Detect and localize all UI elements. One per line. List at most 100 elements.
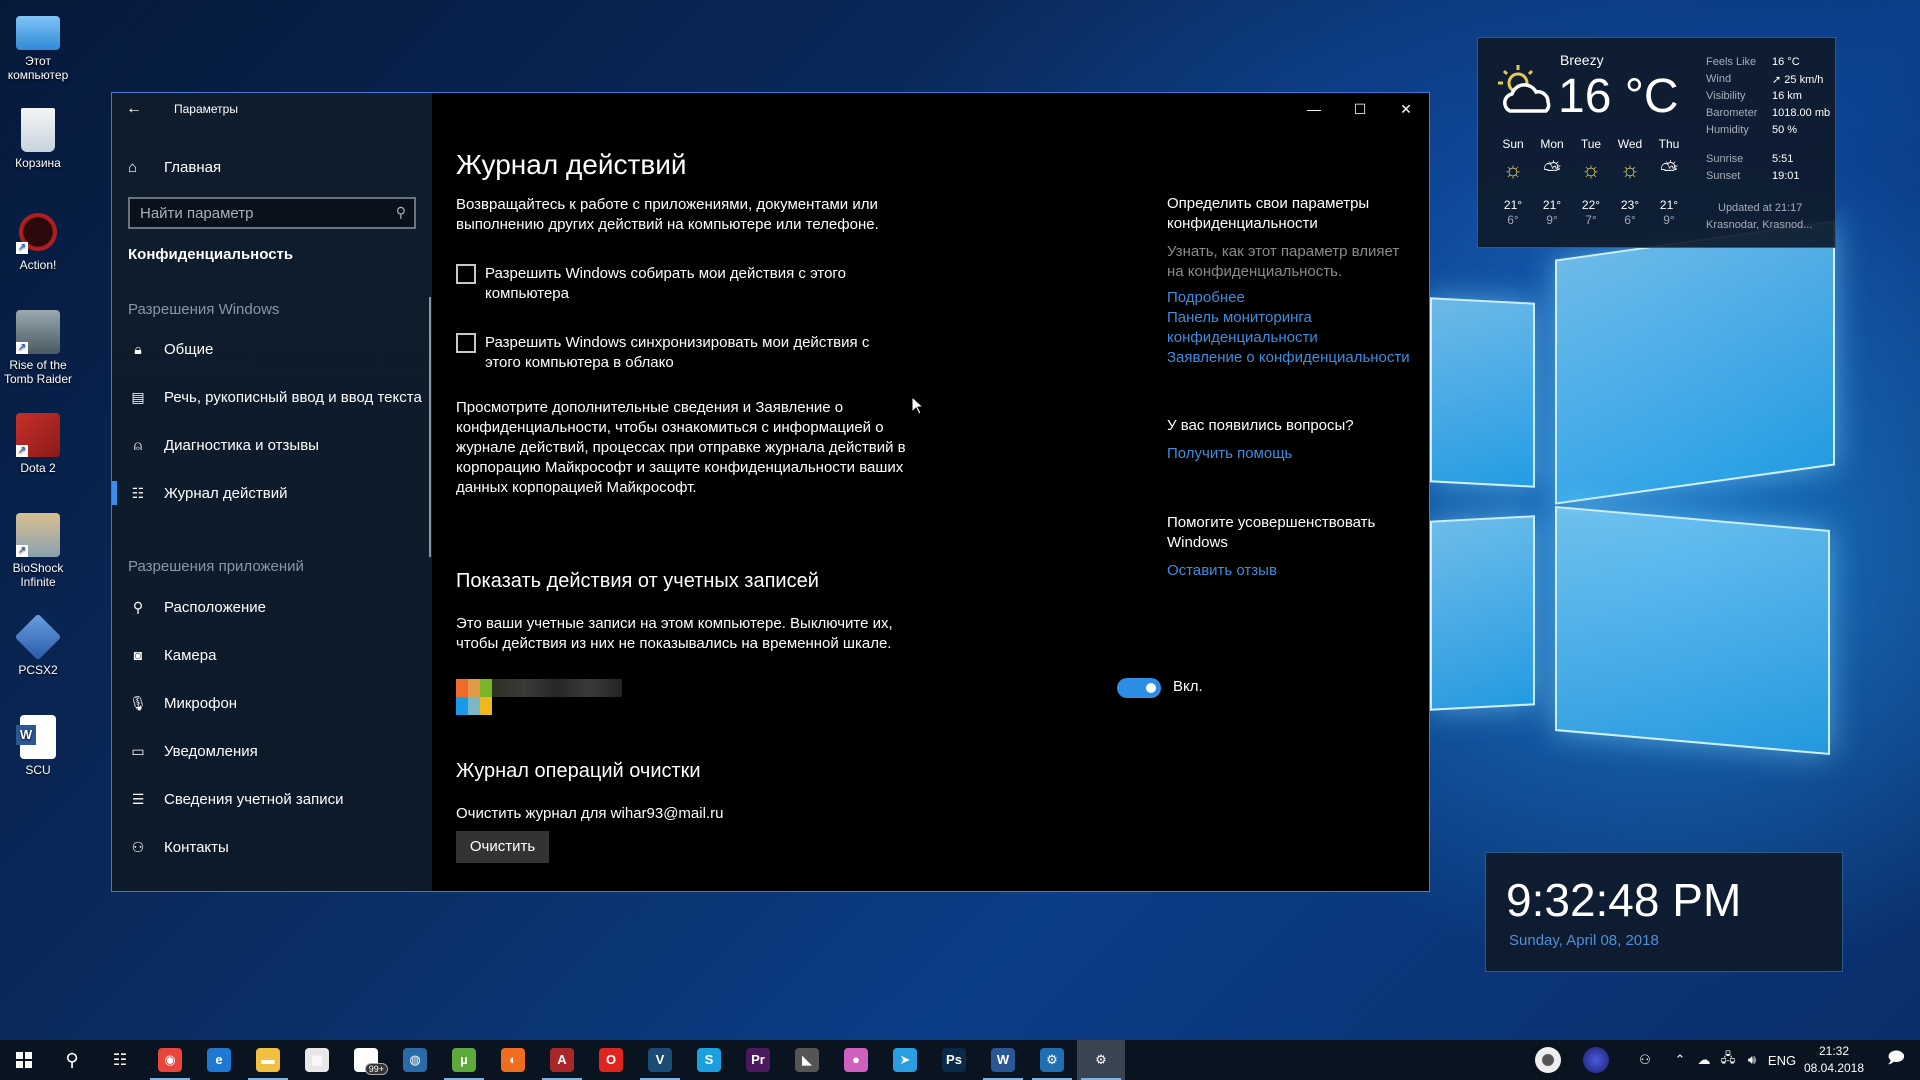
clear-button[interactable]: Очистить <box>456 831 549 863</box>
desktop-icon-dota2[interactable]: ↗ Dota 2 <box>0 413 76 475</box>
chrome-icon: ◉ <box>158 1048 182 1072</box>
tray-clock[interactable]: 21:32 08.04.2018 <box>1800 1043 1868 1077</box>
language-indicator[interactable]: ENG <box>1764 1040 1800 1080</box>
mail-badge: 99+ <box>364 1063 388 1075</box>
clock-widget[interactable]: 9:32:48 PM Sunday, April 08, 2018 <box>1485 852 1843 972</box>
taskbar-app-opera[interactable]: O <box>587 1040 635 1080</box>
taskbar-app-settings[interactable]: ⚙ <box>1077 1040 1125 1080</box>
taskbar-app-geforce[interactable]: ◣ <box>783 1040 831 1080</box>
sidebar-scrollbar[interactable] <box>429 297 431 557</box>
collect-activities-checkbox[interactable] <box>456 264 476 284</box>
volume-button[interactable]: 🔊︎ <box>1740 1040 1764 1080</box>
sidebar-item-diagnostics[interactable]: ⍝ Диагностика и отзывы <box>112 425 430 465</box>
minimize-button[interactable]: — <box>1291 93 1337 125</box>
premiere-icon: Pr <box>746 1048 770 1072</box>
pcsx2-icon <box>14 613 62 661</box>
tray-avatar-2[interactable] <box>1578 1040 1614 1080</box>
link-privacy-dashboard[interactable]: Панель мониторинга конфиденциальности <box>1167 308 1417 348</box>
link-get-help[interactable]: Получить помощь <box>1167 444 1417 464</box>
desktop-icon-bioshock[interactable]: ↗ BioShock Infinite <box>0 513 76 589</box>
taskbar-app-chrome[interactable]: ◉ <box>146 1040 194 1080</box>
taskbar-app-word[interactable]: W <box>979 1040 1027 1080</box>
close-button[interactable]: ✕ <box>1383 93 1429 125</box>
sunny-icon: ☼ <box>1580 157 1602 182</box>
sidebar-item-general[interactable]: 🔒︎ Общие <box>112 329 430 369</box>
sync-activities-checkbox-row[interactable]: Разрешить Windows синхронизировать мои д… <box>456 333 896 373</box>
task-view-button[interactable]: ☷ <box>96 1040 144 1080</box>
taskbar-app-steam[interactable]: ◍ <box>391 1040 439 1080</box>
clipboard-icon: ▤ <box>131 388 145 405</box>
barometer-value: 1018.00 mb <box>1772 107 1831 119</box>
wind-value: ➚ 25 km/h <box>1772 74 1824 86</box>
sunrise-value: 5:51 <box>1772 153 1794 165</box>
link-more-info[interactable]: Подробнее <box>1167 288 1417 308</box>
taskbar-app-skype[interactable]: S <box>685 1040 733 1080</box>
taskbar-app-origin[interactable]: ◐ <box>489 1040 537 1080</box>
chevron-up-icon: ⌃ <box>1674 1052 1686 1067</box>
mouse-cursor <box>912 397 924 415</box>
taskbar-app-store[interactable]: ▦ <box>293 1040 341 1080</box>
link-privacy-statement[interactable]: Заявление о конфиденциальности <box>1167 348 1427 368</box>
collect-activities-checkbox-row[interactable]: Разрешить Windows собирать мои действия … <box>456 264 896 304</box>
account-activity-toggle[interactable] <box>1117 678 1161 698</box>
taskbar-app-action[interactable]: A <box>538 1040 586 1080</box>
taskbar-app-mail[interactable]: ✉ 99+ <box>342 1040 390 1080</box>
onedrive-button[interactable]: ☁ <box>1692 1040 1716 1080</box>
taskbar-app-vegas[interactable]: V <box>636 1040 684 1080</box>
sidebar-item-speech[interactable]: ▤ Речь, рукописный ввод и ввод текста <box>112 377 430 417</box>
forecast-day: Tue <box>1580 137 1602 151</box>
start-button[interactable] <box>0 1040 48 1080</box>
desktop-icon-action[interactable]: ↗ Action! <box>0 210 76 272</box>
desktop-icon-scu[interactable]: W SCU <box>0 715 76 777</box>
feedback-icon: ⍝ <box>133 436 143 453</box>
sunrise-label: Sunrise <box>1706 153 1744 165</box>
people-button[interactable]: ⚇ <box>1630 1040 1660 1080</box>
sunny-icon: ☼ <box>1502 157 1524 182</box>
sidebar-item-camera[interactable]: ◙ Камера <box>112 635 430 675</box>
forecast-high: 21° <box>1659 198 1679 212</box>
action-center-button[interactable]: 🗩︎ <box>1872 1040 1920 1080</box>
sidebar-home[interactable]: ⌂ Главная <box>128 155 221 179</box>
taskbar-app-edge[interactable]: e <box>195 1040 243 1080</box>
weather-temperature: 16 °C <box>1558 70 1679 123</box>
contacts-icon: ⚇ <box>131 838 145 855</box>
taskbar-app-premiere[interactable]: Pr <box>734 1040 782 1080</box>
sidebar-item-activity-history[interactable]: ☷ Журнал действий <box>112 473 430 513</box>
link-give-feedback[interactable]: Оставить отзыв <box>1167 561 1417 581</box>
desktop-icon-tomb-raider[interactable]: ↗ Rise of the Tomb Raider <box>0 310 76 386</box>
main-content: — ☐ ✕ Журнал действий Возвращайтесь к ра… <box>432 93 1429 891</box>
weather-widget[interactable]: Breezy 16 °C Sun Mon Tue Wed Thu ☼ ⛅︎ ☼ … <box>1477 37 1836 248</box>
taskbar-app-photoshop[interactable]: Ps <box>930 1040 978 1080</box>
sidebar-item-contacts[interactable]: ⚇ Контакты <box>112 827 430 867</box>
back-arrow-icon[interactable]: ← <box>126 99 146 119</box>
sidebar-item-notifications[interactable]: ▭ Уведомления <box>112 731 430 771</box>
network-button[interactable]: 🖧︎ <box>1716 1040 1740 1080</box>
sidebar-item-location[interactable]: ⚲ Расположение <box>112 587 430 627</box>
taskbar-app-remote-app[interactable]: ⚙ <box>1028 1040 1076 1080</box>
sidebar-item-account-info[interactable]: ☰ Сведения учетной записи <box>112 779 430 819</box>
computer-icon <box>16 16 60 50</box>
taskbar-app-telegram[interactable]: ➤ <box>881 1040 929 1080</box>
barometer-label: Barometer <box>1706 107 1758 119</box>
account-avatar-pixelated <box>456 679 626 729</box>
feels-like-label: Feels Like <box>1706 56 1757 68</box>
tray-avatar-1[interactable] <box>1530 1040 1566 1080</box>
intro-text: Возвращайтесь к работе с приложениями, д… <box>456 196 879 233</box>
show-hidden-icons-button[interactable]: ⌃ <box>1668 1040 1692 1080</box>
taskbar-app-utorrent[interactable]: µ <box>440 1040 488 1080</box>
sidebar-item-microphone[interactable]: 🎙︎ Микрофон <box>112 683 430 723</box>
desktop-icon-pcsx2[interactable]: PCSX2 <box>0 613 76 677</box>
desktop-icon-this-pc[interactable]: Этот компьютер <box>0 10 76 82</box>
search-input[interactable]: Найти параметр ⚲ <box>128 197 416 229</box>
taskbar-app-file-explorer[interactable]: ▬ <box>244 1040 292 1080</box>
search-button[interactable]: ⚲ <box>48 1040 96 1080</box>
sunset-label: Sunset <box>1706 170 1741 182</box>
app-title: Параметры <box>174 102 238 116</box>
taskbar-app-paint3d[interactable]: ● <box>832 1040 880 1080</box>
desktop-icon-recycle-bin[interactable]: Корзина <box>0 108 76 170</box>
maximize-button[interactable]: ☐ <box>1337 93 1383 125</box>
notification-icon: ▭ <box>131 742 145 759</box>
word-icon: W <box>991 1048 1015 1072</box>
notification-center-icon: 🗩︎ <box>1887 1049 1905 1067</box>
sync-activities-checkbox[interactable] <box>456 333 476 353</box>
